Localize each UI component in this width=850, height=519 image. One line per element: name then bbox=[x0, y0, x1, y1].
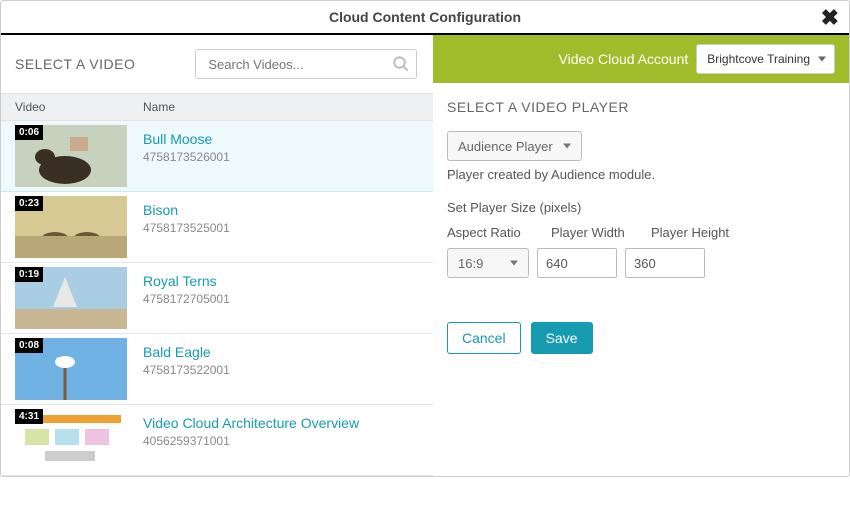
thumb-wrap: 0:08 bbox=[1, 338, 131, 400]
video-duration: 0:23 bbox=[15, 196, 43, 211]
video-id: 4758172705001 bbox=[143, 292, 421, 306]
save-button[interactable]: Save bbox=[531, 322, 593, 354]
player-selected: Audience Player bbox=[458, 139, 553, 154]
video-name: Bald Eagle bbox=[143, 344, 421, 360]
aspect-ratio-label: Aspect Ratio bbox=[447, 225, 533, 240]
dialog-body: SELECT A VIDEO Video Name 0:06 bbox=[1, 35, 849, 476]
left-header: SELECT A VIDEO bbox=[1, 35, 433, 93]
video-id: 4758173525001 bbox=[143, 221, 421, 235]
grid-header: Video Name bbox=[1, 93, 433, 121]
video-thumbnail: 4:31 bbox=[15, 409, 127, 471]
video-row[interactable]: 0:06 Bull Moose 4758173526001 bbox=[1, 121, 433, 192]
video-row[interactable]: 4:31 Video Cloud Architecture Overview 4… bbox=[1, 405, 433, 476]
video-id: 4056259371001 bbox=[143, 434, 421, 448]
player-heading: SELECT A VIDEO PLAYER bbox=[447, 99, 835, 115]
video-meta: Bison 4758173525001 bbox=[131, 196, 433, 258]
thumb-wrap: 4:31 bbox=[1, 409, 131, 471]
titlebar: Cloud Content Configuration ✖ bbox=[1, 1, 849, 35]
video-duration: 4:31 bbox=[15, 409, 43, 424]
player-height-input[interactable] bbox=[625, 248, 705, 278]
video-row[interactable]: 0:19 Royal Terns 4758172705001 bbox=[1, 263, 433, 334]
video-name: Bison bbox=[143, 202, 421, 218]
video-thumbnail: 0:08 bbox=[15, 338, 127, 400]
player-note: Player created by Audience module. bbox=[447, 167, 835, 182]
right-panel: Video Cloud Account Brightcove Training … bbox=[433, 35, 849, 476]
close-icon[interactable]: ✖ bbox=[821, 7, 839, 29]
select-video-heading: SELECT A VIDEO bbox=[15, 56, 135, 72]
video-name: Royal Terns bbox=[143, 273, 421, 289]
form-area: SELECT A VIDEO PLAYER Audience Player Pl… bbox=[433, 83, 849, 370]
column-name-header: Name bbox=[131, 100, 433, 114]
video-meta: Video Cloud Architecture Overview 405625… bbox=[131, 409, 433, 471]
column-video-header: Video bbox=[1, 100, 131, 114]
thumb-wrap: 0:06 bbox=[1, 125, 131, 187]
field-labels: Aspect Ratio Player Width Player Height bbox=[447, 225, 835, 240]
video-meta: Royal Terns 4758172705001 bbox=[131, 267, 433, 329]
video-name: Video Cloud Architecture Overview bbox=[143, 415, 421, 431]
search-input[interactable] bbox=[206, 51, 392, 77]
button-row: Cancel Save bbox=[447, 322, 835, 354]
account-label: Video Cloud Account bbox=[559, 51, 689, 67]
fields: 16:9 bbox=[447, 248, 835, 278]
size-label: Set Player Size (pixels) bbox=[447, 200, 835, 215]
video-row[interactable]: 0:08 Bald Eagle 4758173522001 bbox=[1, 334, 433, 405]
player-select[interactable]: Audience Player bbox=[447, 131, 582, 161]
video-thumbnail: 0:06 bbox=[15, 125, 127, 187]
search-icon bbox=[392, 55, 410, 73]
aspect-ratio-value: 16:9 bbox=[458, 256, 483, 271]
account-selected: Brightcove Training bbox=[707, 52, 810, 66]
video-meta: Bald Eagle 4758173522001 bbox=[131, 338, 433, 400]
left-panel: SELECT A VIDEO Video Name 0:06 bbox=[1, 35, 433, 476]
video-duration: 0:06 bbox=[15, 125, 43, 140]
video-thumbnail: 0:23 bbox=[15, 196, 127, 258]
video-meta: Bull Moose 4758173526001 bbox=[131, 125, 433, 187]
thumb-wrap: 0:23 bbox=[1, 196, 131, 258]
width-label: Player Width bbox=[551, 225, 633, 240]
cancel-button-label: Cancel bbox=[462, 330, 506, 346]
video-duration: 0:08 bbox=[15, 338, 43, 353]
video-id: 4758173526001 bbox=[143, 150, 421, 164]
save-button-label: Save bbox=[546, 330, 578, 346]
thumb-wrap: 0:19 bbox=[1, 267, 131, 329]
height-label: Player Height bbox=[651, 225, 733, 240]
account-select[interactable]: Brightcove Training bbox=[696, 44, 835, 74]
video-duration: 0:19 bbox=[15, 267, 43, 282]
dialog: Cloud Content Configuration ✖ SELECT A V… bbox=[0, 0, 850, 477]
account-bar: Video Cloud Account Brightcove Training bbox=[433, 35, 849, 83]
video-row[interactable]: 0:23 Bison 4758173525001 bbox=[1, 192, 433, 263]
search-box[interactable] bbox=[195, 49, 417, 79]
dialog-title: Cloud Content Configuration bbox=[329, 9, 521, 25]
video-thumbnail: 0:19 bbox=[15, 267, 127, 329]
player-width-input[interactable] bbox=[537, 248, 617, 278]
video-name: Bull Moose bbox=[143, 131, 421, 147]
aspect-ratio-select[interactable]: 16:9 bbox=[447, 248, 529, 278]
video-id: 4758173522001 bbox=[143, 363, 421, 377]
cancel-button[interactable]: Cancel bbox=[447, 322, 521, 354]
